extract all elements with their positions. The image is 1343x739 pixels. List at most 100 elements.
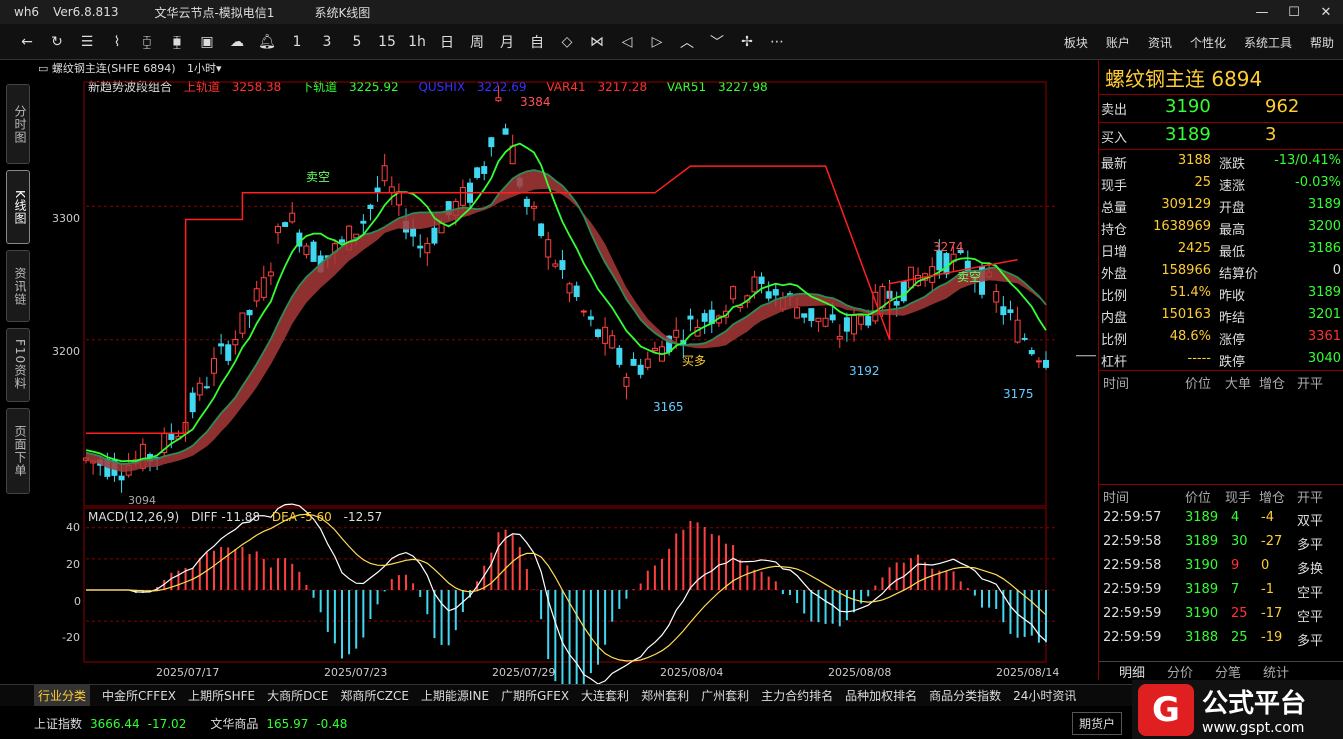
tick-cell: 3190 (1185, 606, 1219, 621)
period-1m[interactable]: 1 (282, 27, 312, 57)
tick-row: 22:59:59 3189 7 -1 空平 (1099, 578, 1343, 602)
candle-body (836, 335, 843, 340)
back-icon[interactable]: ← (12, 27, 42, 57)
left-icon[interactable]: ◁ (612, 27, 642, 57)
kline-chart[interactable] (36, 60, 1096, 684)
tab-weighted-rank[interactable]: 品种加权排名 (845, 687, 917, 704)
left-rail: 分时图 K线图 资讯链 F10资料 页面下单 (0, 84, 34, 684)
tab-ine[interactable]: 上期能源INE (421, 687, 489, 704)
tab-price[interactable]: 分价 (1167, 662, 1193, 681)
buy-price[interactable]: 3189 (1165, 124, 1211, 145)
title-bar: wh6 Ver6.8.813 文华云节点-模拟电信1 系统K线图 — ☐ ✕ (0, 0, 1343, 24)
period-week[interactable]: 周 (462, 27, 492, 57)
candle-body (267, 271, 274, 277)
period-month[interactable]: 月 (492, 27, 522, 57)
index1-value: 3666.44 (90, 716, 140, 731)
line-chart-icon[interactable]: ⌇ (102, 27, 132, 57)
futures-account-button[interactable]: 期货户 (1072, 712, 1123, 735)
menu-personal[interactable]: 个性化 (1190, 34, 1226, 51)
stats-cell: 25 (1194, 175, 1211, 190)
tab-f10[interactable]: F10资料 (6, 328, 30, 402)
macd-tick-neg20: -20 (62, 631, 80, 644)
minimize-button[interactable]: — (1246, 0, 1278, 24)
tab-news-chain[interactable]: 资讯链 (6, 250, 30, 322)
right-icon[interactable]: ▷ (642, 27, 672, 57)
tab-stats[interactable]: 统计 (1263, 662, 1289, 681)
tab-category-index[interactable]: 商品分类指数 (929, 687, 1001, 704)
tab-kline[interactable]: K线图 (6, 170, 30, 244)
tab-trade[interactable]: 分笔 (1215, 662, 1241, 681)
period-15m[interactable]: 15 (372, 27, 402, 57)
tab-industry[interactable]: 行业分类 (34, 685, 91, 706)
crosshair-icon[interactable]: ✢ (732, 27, 762, 57)
tab-detail[interactable]: 明细 (1119, 662, 1145, 681)
candle-body (865, 316, 872, 326)
period-3m[interactable]: 3 (312, 27, 342, 57)
more-icon[interactable]: ⋯ (762, 27, 792, 57)
candle-body (289, 212, 296, 223)
tab-dalian-arb[interactable]: 大连套利 (581, 687, 629, 704)
shrink-icon[interactable]: ⋈ (582, 27, 612, 57)
period-day[interactable]: 日 (432, 27, 462, 57)
tab-24h-news[interactable]: 24小时资讯 (1013, 687, 1076, 704)
expand-icon[interactable]: ◇ (552, 27, 582, 57)
tab-shfe[interactable]: 上期所SHFE (188, 687, 255, 704)
down-icon[interactable]: ﹀ (702, 27, 732, 57)
menu-help[interactable]: 帮助 (1310, 34, 1334, 51)
stats-cell: 158966 (1161, 263, 1211, 278)
high-label-3274: 3274 (933, 240, 964, 254)
tab-order[interactable]: 页面下单 (6, 408, 30, 494)
candle-body (531, 205, 537, 209)
screen-icon[interactable]: ▣ (192, 27, 222, 57)
sell-row: 卖出 3190 962 (1099, 94, 1343, 120)
candle-alt-icon[interactable]: ⧯ (162, 27, 192, 57)
low-label-3175: 3175 (1003, 387, 1034, 401)
candle-body (573, 285, 580, 297)
candle-body (474, 167, 481, 178)
stats-cell: 涨跌 (1219, 157, 1246, 172)
refresh-icon[interactable]: ↻ (42, 27, 72, 57)
stats-cell: 持仓 (1101, 223, 1128, 238)
stats-cell: 日增 (1101, 245, 1128, 260)
candle-body (303, 245, 310, 256)
list-icon[interactable]: ☰ (72, 27, 102, 57)
tab-guangzhou-arb[interactable]: 广州套利 (701, 687, 749, 704)
menu-news[interactable]: 资讯 (1148, 34, 1172, 51)
candle-body (801, 313, 808, 318)
tab-cffex[interactable]: 中金所CFFEX (102, 687, 176, 704)
cloud-icon[interactable]: ☁ (222, 27, 252, 57)
close-button[interactable]: ✕ (1310, 0, 1342, 24)
tick-row: 22:59:58 3189 30 -27 多平 (1099, 530, 1343, 554)
tick-cell: 25 (1231, 630, 1248, 645)
menu-account[interactable]: 账户 (1106, 34, 1130, 51)
brand-logo-icon: G (1138, 683, 1194, 736)
bell-icon[interactable]: 🔔︎ (252, 27, 282, 57)
tab-timeshare[interactable]: 分时图 (6, 84, 30, 164)
sell-price[interactable]: 3190 (1165, 96, 1211, 117)
period-custom[interactable]: 自 (522, 27, 552, 57)
candle-body (1035, 360, 1042, 363)
tab-dce[interactable]: 大商所DCE (267, 687, 328, 704)
menu-bankuai[interactable]: 板块 (1064, 34, 1088, 51)
tick-cell: -17 (1261, 606, 1283, 621)
app-version: Ver6.8.813 (53, 5, 119, 19)
candle-icon[interactable]: ⧮ (132, 27, 162, 57)
up-icon[interactable]: ︿ (672, 27, 702, 57)
stats-cell: 涨停 (1219, 333, 1246, 348)
period-5m[interactable]: 5 (342, 27, 372, 57)
tab-zhengzhou-arb[interactable]: 郑州套利 (641, 687, 689, 704)
stats-cell: 3189 (1307, 197, 1341, 212)
tab-main-rank[interactable]: 主力合约排名 (761, 687, 833, 704)
candle-body (587, 316, 594, 320)
period-1h[interactable]: 1h (402, 27, 432, 57)
candle-body (623, 376, 630, 387)
signal-buy: 买多 (682, 354, 707, 368)
macd-label[interactable]: MACD(12,26,9) (88, 510, 179, 524)
macd-diff: DIFF -11.88 (190, 510, 261, 524)
maximize-button[interactable]: ☐ (1278, 0, 1310, 24)
menu-tools[interactable]: 系统工具 (1244, 34, 1292, 51)
tab-czce[interactable]: 郑商所CZCE (340, 687, 409, 704)
stats-row: 比例 48.6% 涨停 3361 (1099, 326, 1343, 348)
candle-body (196, 382, 203, 396)
tab-gfex[interactable]: 广期所GFEX (501, 687, 569, 704)
